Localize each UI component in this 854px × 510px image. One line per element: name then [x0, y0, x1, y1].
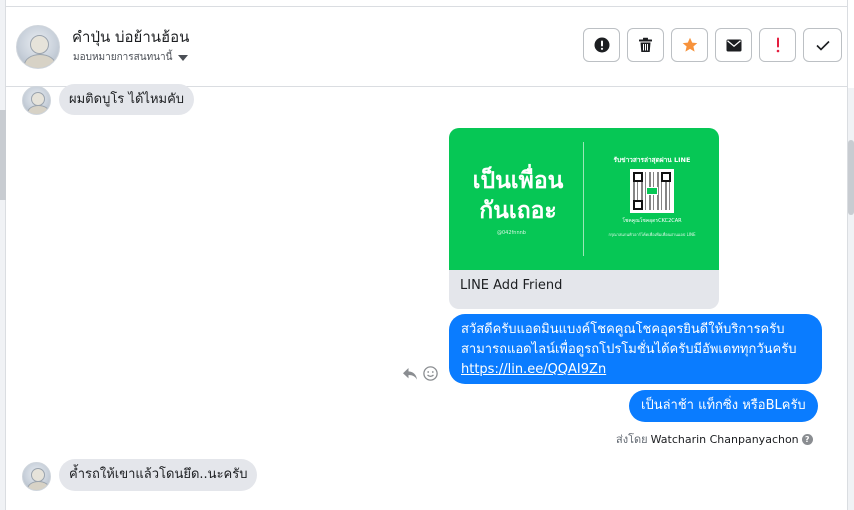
outgoing-message[interactable]: เป็นล่าช้า แท็กซิ่ง หรือBLครับ	[629, 390, 818, 422]
incoming-message[interactable]: ผมติดบูโร ได้ไหมคับ	[59, 84, 195, 115]
card-title-link[interactable]: LINE Add Friend	[460, 278, 562, 293]
sent-by-info: ส่งโดย Watcharin Chanpanyachon ?	[616, 430, 813, 448]
message-actions	[402, 366, 438, 381]
incoming-message[interactable]: ค้ำรถให้เขาแล้วโดนยึด..นะครับ	[59, 459, 258, 491]
qr-corner-bl	[633, 200, 643, 210]
conversation-panel: คำปุ่น บ่อย้านฮ้อน มอบหมายการสนทนานี้ ผม…	[0, 0, 854, 510]
message-scrollbar-thumb[interactable]	[848, 140, 854, 215]
qr-corner-tl	[633, 172, 643, 182]
checkmark-icon	[815, 40, 830, 51]
mark-done-button[interactable]	[803, 28, 842, 62]
star-button[interactable]	[671, 28, 708, 62]
delete-button[interactable]	[627, 28, 664, 62]
outgoing-message-line1: สวัสดีครับแอดมินแบงค์โชคคูณโชคอุดรยินดีใ…	[461, 322, 785, 337]
sender-avatar[interactable]	[22, 462, 51, 491]
card-right-title: รับข่าวสารล่าสุดผ่าน LINE	[613, 156, 691, 164]
line-logo-icon	[646, 187, 658, 195]
exclamation-icon	[776, 37, 779, 53]
outgoing-message-line2: สามารถแอดไลน์เพื่อดูรถโปรโมชั่นได้ครับมี…	[461, 342, 797, 357]
contact-avatar[interactable]	[16, 25, 60, 69]
caret-down-icon	[178, 54, 189, 61]
line-friend-link[interactable]: https://lin.ee/QQAI9Zn	[461, 360, 810, 380]
question-icon[interactable]: ?	[801, 433, 813, 445]
envelope-icon	[726, 39, 741, 51]
reply-icon[interactable]	[402, 367, 418, 381]
left-scroll-thumb[interactable]	[0, 110, 6, 200]
card-handle: @042fnnnb	[497, 230, 526, 236]
assign-conversation-label: มอบหมายการสนทนานี้	[73, 52, 173, 63]
follow-up-button[interactable]	[759, 28, 796, 62]
left-edge-lower	[0, 200, 6, 510]
sent-by-prefix: ส่งโดย	[616, 433, 648, 446]
spam-button[interactable]	[583, 28, 620, 62]
trash-icon	[639, 37, 652, 52]
contact-name[interactable]: คำปุ่น บ่อย้านฮ้อน	[72, 25, 189, 49]
exclamation-circle-icon	[594, 37, 609, 53]
header-actions	[583, 28, 842, 62]
card-headline: เป็นเพื่อน กันเถอะ	[459, 166, 577, 226]
conversation-header: คำปุ่น บ่อย้านฮ้อน มอบหมายการสนทนานี้	[6, 6, 847, 87]
line-add-friend-image[interactable]: เป็นเพื่อน กันเถอะ @042fnnnb รับข่าวสารล…	[449, 128, 719, 270]
assign-conversation-dropdown[interactable]: มอบหมายการสนทนานี้	[73, 50, 189, 65]
card-headline-line2: กันเถอะ	[479, 198, 557, 224]
outgoing-message[interactable]: สวัสดีครับแอดมินแบงค์โชคคูณโชคอุดรยินดีใ…	[449, 314, 822, 384]
card-divider	[583, 142, 584, 256]
card-note: กรุณาสแกนคิวอาร์โค้ดเพื่อเพิ่มเพื่อนผ่าน…	[608, 232, 696, 237]
smiley-icon[interactable]	[423, 366, 438, 381]
sent-by-name: Watcharin Chanpanyachon	[650, 432, 799, 446]
card-headline-line1: เป็นเพื่อน	[472, 168, 564, 194]
card-line-id: โชคคูณโชคอุดรCKC2CAR	[622, 218, 682, 224]
sender-avatar[interactable]	[22, 86, 51, 115]
star-icon	[682, 37, 697, 52]
qr-corner-tr	[661, 172, 671, 182]
qr-code-icon	[630, 169, 674, 213]
mark-unread-button[interactable]	[715, 28, 752, 62]
line-add-friend-card[interactable]: เป็นเพื่อน กันเถอะ @042fnnnb รับข่าวสารล…	[449, 128, 719, 309]
